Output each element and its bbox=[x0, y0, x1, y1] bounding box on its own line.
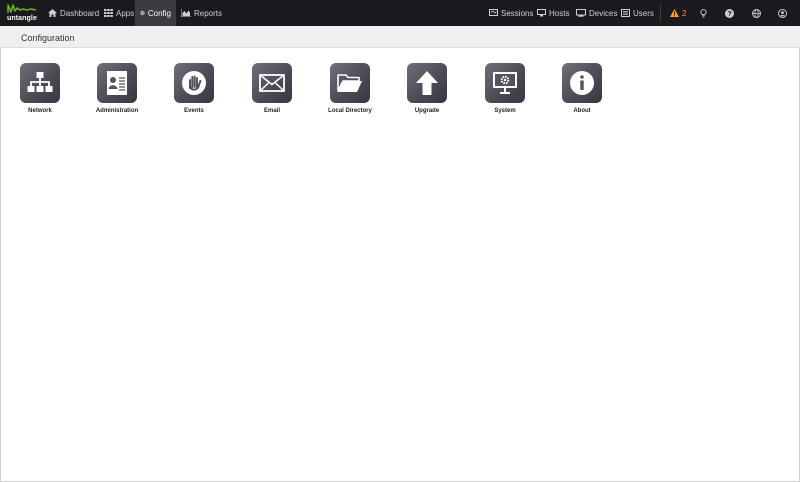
tile-network-icon-box bbox=[20, 63, 60, 103]
untangle-logo[interactable]: untangle bbox=[6, 3, 40, 23]
warning-icon bbox=[670, 9, 679, 17]
devices-icon bbox=[576, 9, 586, 17]
lightbulb-icon bbox=[700, 8, 707, 17]
nav-separator bbox=[660, 4, 661, 22]
monitor-gear-icon bbox=[493, 72, 517, 94]
tile-system[interactable]: System bbox=[470, 63, 540, 119]
help-button[interactable] bbox=[725, 0, 734, 26]
tile-network-label: Network bbox=[28, 108, 52, 114]
account-icon bbox=[778, 8, 787, 18]
alerts-button[interactable]: 2 bbox=[670, 0, 686, 26]
tile-email-label: Email bbox=[263, 108, 280, 114]
nav-hosts-label: Hosts bbox=[549, 8, 570, 18]
chart-icon bbox=[181, 9, 191, 17]
tile-local-directory[interactable]: Local Directory bbox=[315, 63, 385, 119]
administration-icon bbox=[107, 71, 127, 95]
tile-administration-label: Administration bbox=[95, 108, 139, 114]
nav-users[interactable]: Users bbox=[621, 0, 654, 26]
tile-email-icon-box bbox=[252, 63, 292, 103]
page-title: Configuration bbox=[21, 33, 75, 43]
nav-sessions[interactable]: Sessions bbox=[489, 0, 533, 26]
tile-upgrade-label: Upgrade bbox=[414, 108, 440, 114]
account-button[interactable] bbox=[778, 0, 787, 26]
tile-events-icon-box bbox=[174, 63, 214, 103]
nav-devices[interactable]: Devices bbox=[576, 0, 617, 26]
nav-apps[interactable]: Apps bbox=[100, 0, 138, 26]
globe-icon bbox=[752, 8, 761, 18]
nav-hosts[interactable]: Hosts bbox=[537, 0, 569, 26]
gear-icon bbox=[140, 10, 145, 16]
home-icon bbox=[48, 9, 57, 17]
logo-wave-icon bbox=[7, 4, 37, 13]
nav-dashboard[interactable]: Dashboard bbox=[44, 0, 103, 26]
nav-users-label: Users bbox=[633, 8, 654, 18]
tile-administration[interactable]: Administration bbox=[82, 63, 152, 119]
nav-devices-label: Devices bbox=[589, 8, 618, 18]
nav-sessions-label: Sessions bbox=[501, 8, 534, 18]
network-icon bbox=[27, 72, 53, 92]
info-icon bbox=[570, 71, 594, 95]
users-icon bbox=[621, 9, 630, 17]
tile-about-icon-box bbox=[562, 63, 602, 103]
tile-events-label: Events bbox=[184, 108, 204, 114]
tile-email[interactable]: Email bbox=[237, 63, 307, 119]
folder-icon bbox=[337, 74, 362, 92]
tile-local-directory-icon-box bbox=[330, 63, 370, 103]
tile-upgrade-icon-box bbox=[407, 63, 447, 103]
grid-icon bbox=[104, 9, 113, 17]
arrow-up-icon bbox=[416, 71, 438, 95]
language-button[interactable] bbox=[752, 0, 761, 26]
tile-events[interactable]: Events bbox=[159, 63, 229, 119]
tile-system-icon-box bbox=[485, 63, 525, 103]
tile-about-label: About bbox=[573, 108, 591, 114]
nav-config-label: Config bbox=[147, 8, 171, 18]
hand-icon bbox=[182, 71, 206, 95]
page-header: Configuration bbox=[0, 26, 800, 48]
tile-about[interactable]: About bbox=[547, 63, 617, 119]
logo-wordmark: untangle bbox=[7, 15, 37, 22]
hosts-icon bbox=[537, 9, 546, 17]
top-navigation-bar: untangle Dashboard Apps Config Reports S… bbox=[0, 0, 800, 26]
tile-system-label: System bbox=[494, 108, 516, 114]
nav-dashboard-label: Dashboard bbox=[60, 8, 100, 18]
envelope-icon bbox=[259, 74, 285, 92]
nav-reports-label: Reports bbox=[194, 8, 223, 18]
tips-button[interactable] bbox=[700, 0, 707, 26]
help-icon bbox=[725, 8, 734, 18]
alerts-count: 2 bbox=[682, 8, 687, 18]
sessions-icon bbox=[489, 9, 498, 16]
tile-local-directory-label: Local Directory bbox=[328, 108, 372, 114]
tile-upgrade[interactable]: Upgrade bbox=[392, 63, 462, 119]
tile-network[interactable]: Network bbox=[5, 63, 75, 119]
nav-config[interactable]: Config bbox=[135, 0, 176, 26]
nav-apps-label: Apps bbox=[116, 8, 135, 18]
nav-reports[interactable]: Reports bbox=[178, 0, 225, 26]
tile-administration-icon-box bbox=[97, 63, 137, 103]
